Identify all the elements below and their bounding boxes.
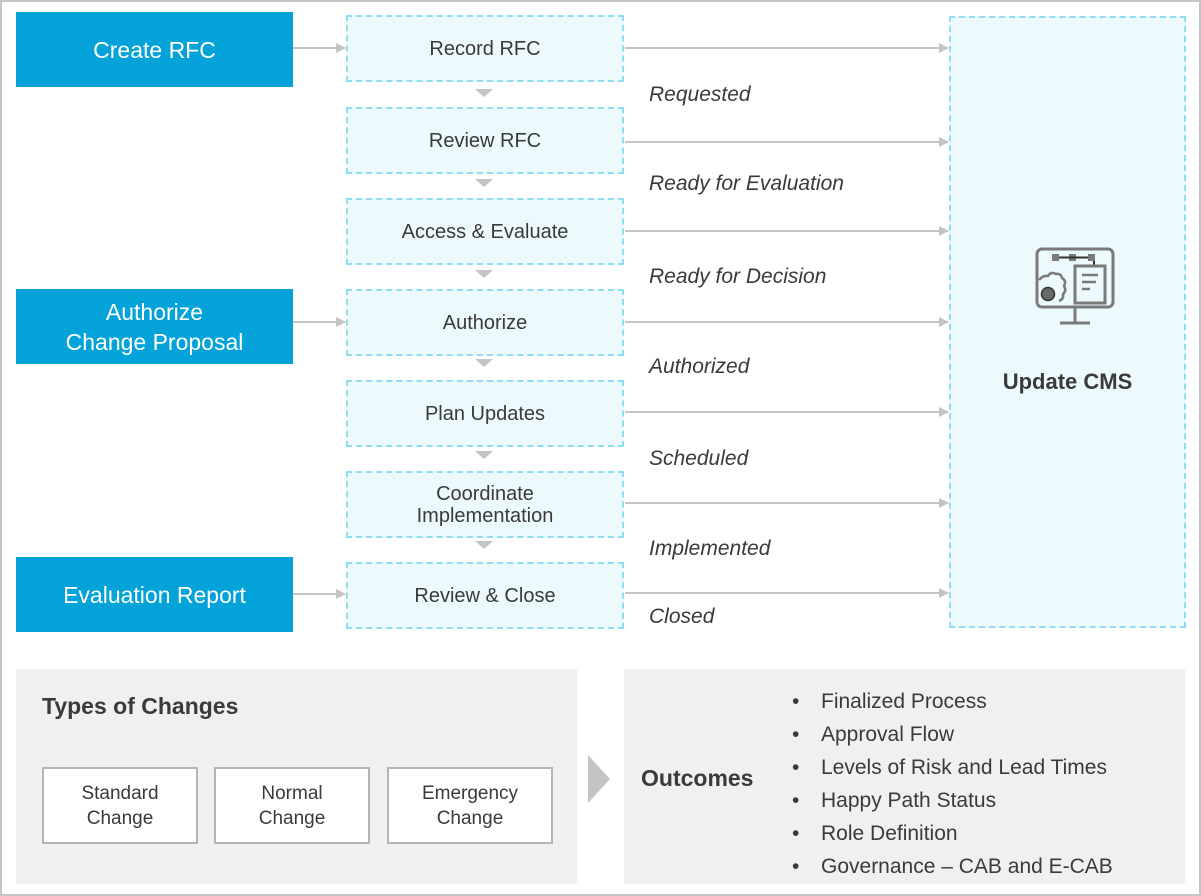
actor-evaluation-report: Evaluation Report: [16, 557, 293, 632]
actor-label: Authorize Change Proposal: [65, 298, 244, 355]
outcome-item: Happy Path Status: [792, 784, 1113, 817]
step-label: Authorize: [442, 311, 528, 334]
step-label: Plan Updates: [424, 402, 546, 425]
step-label: Review & Close: [414, 584, 556, 607]
change-type-normal: Normal Change: [214, 767, 370, 844]
outcomes-panel: Outcomes Finalized Process Approval Flow…: [624, 669, 1185, 884]
computer-config-icon: [1035, 247, 1115, 325]
actor-label: Create RFC: [93, 36, 216, 63]
step-review-rfc: Review RFC: [346, 107, 624, 174]
outcome-item: Finalized Process: [792, 685, 1113, 718]
change-type-label: Normal Change: [258, 782, 326, 829]
types-of-changes-title: Types of Changes: [42, 693, 239, 719]
actor-authorize-change-proposal: Authorize Change Proposal: [16, 289, 293, 364]
status-authorized: Authorized: [649, 355, 750, 378]
actor-create-rfc: Create RFC: [16, 12, 293, 87]
outcomes-title: Outcomes: [641, 765, 754, 791]
update-cms-title: Update CMS: [1002, 369, 1133, 394]
step-coordinate-implementation: Coordinate Implementation: [346, 471, 624, 538]
step-access-evaluate: Access & Evaluate: [346, 198, 624, 265]
status-requested: Requested: [649, 83, 751, 106]
change-type-standard: Standard Change: [42, 767, 198, 844]
update-cms-box: Update CMS: [949, 16, 1186, 628]
outcome-item: Role Definition: [792, 817, 1113, 850]
status-ready-for-evaluation: Ready for Evaluation: [649, 172, 844, 195]
status-ready-for-decision: Ready for Decision: [649, 265, 827, 288]
actor-label: Evaluation Report: [63, 581, 246, 608]
change-type-label: Standard Change: [81, 782, 159, 829]
outcome-item: Governance – CAB and E-CAB: [792, 850, 1113, 883]
outcome-item: Approval Flow: [792, 718, 1113, 751]
step-label: Access & Evaluate: [401, 220, 569, 243]
step-label: Record RFC: [429, 37, 541, 60]
chevron-right-icon: [588, 755, 610, 803]
step-review-close: Review & Close: [346, 562, 624, 629]
change-type-emergency: Emergency Change: [387, 767, 553, 844]
status-scheduled: Scheduled: [649, 447, 749, 470]
change-type-label: Emergency Change: [421, 782, 519, 829]
step-plan-updates: Plan Updates: [346, 380, 624, 447]
types-of-changes-panel: Types of Changes Standard Change Normal …: [16, 669, 577, 884]
step-authorize: Authorize: [346, 289, 624, 356]
status-implemented: Implemented: [649, 537, 771, 560]
step-record-rfc: Record RFC: [346, 15, 624, 82]
outcome-item: Levels of Risk and Lead Times: [792, 751, 1113, 784]
status-closed: Closed: [649, 605, 715, 628]
step-label: Review RFC: [428, 129, 542, 152]
step-label: Coordinate Implementation: [416, 482, 554, 527]
outcomes-list: Finalized Process Approval Flow Levels o…: [792, 685, 1113, 883]
